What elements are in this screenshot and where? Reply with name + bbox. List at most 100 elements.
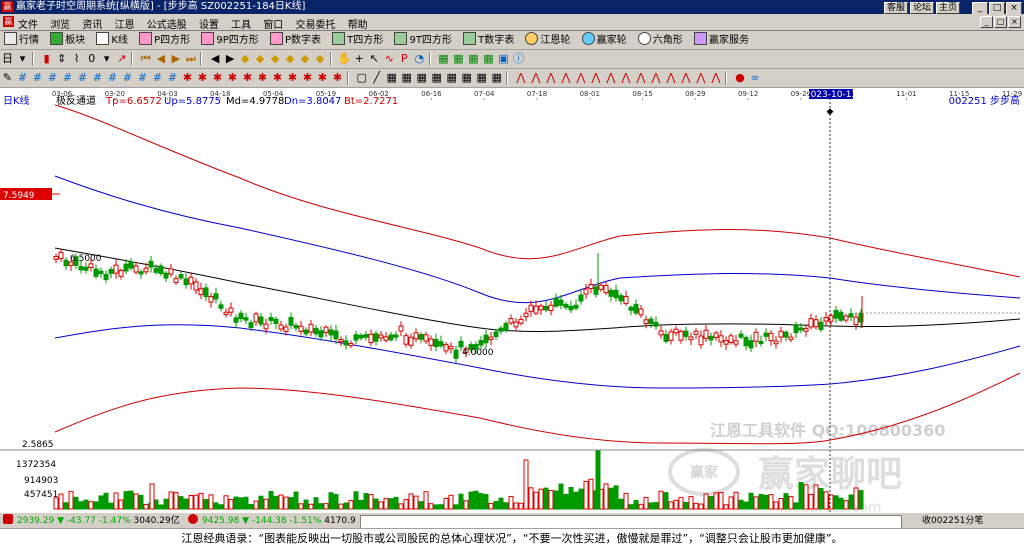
arrow-up-down-icon[interactable]: ⇕: [55, 51, 68, 67]
diamond-icon[interactable]: ◆: [269, 51, 282, 67]
diamond-icon[interactable]: ◆: [284, 51, 297, 67]
menu-gann[interactable]: 江恩: [115, 20, 135, 31]
palette-icon[interactable]: ●: [734, 70, 747, 86]
sector-button[interactable]: 板块: [48, 32, 87, 48]
t-number-table-button[interactable]: T数字表: [461, 32, 516, 48]
star-icon[interactable]: ✱: [196, 70, 209, 86]
box-icon[interactable]: ▢: [355, 70, 368, 86]
zoom-in-icon[interactable]: ◆: [239, 51, 252, 67]
star-icon[interactable]: ✱: [286, 70, 299, 86]
star-icon[interactable]: ✱: [331, 70, 344, 86]
draw-arrow-icon[interactable]: ↗: [115, 51, 128, 67]
infinity-icon[interactable]: ∞: [749, 70, 762, 86]
winner-service-button[interactable]: 赢家服务: [692, 32, 751, 48]
9p-square-button[interactable]: 9P四方形: [199, 32, 260, 48]
star-icon[interactable]: ✱: [226, 70, 239, 86]
text-p-icon[interactable]: P: [398, 51, 411, 67]
fan-icon[interactable]: ⋀: [619, 70, 632, 86]
hash-icon[interactable]: #: [91, 70, 104, 86]
hash-icon[interactable]: #: [61, 70, 74, 86]
info-icon[interactable]: ⓘ: [512, 51, 525, 67]
menu-help[interactable]: 帮助: [348, 20, 368, 31]
menu-tools[interactable]: 工具: [231, 20, 251, 31]
table-icon[interactable]: ▦: [482, 51, 495, 67]
dropdown-arrow-icon[interactable]: ▾: [16, 51, 29, 67]
pen-icon[interactable]: ✎: [1, 70, 14, 86]
diamond-icon[interactable]: ◆: [299, 51, 312, 67]
zero-icon[interactable]: 0: [85, 51, 98, 67]
line-chart-icon[interactable]: ⌇: [70, 51, 83, 67]
fan-icon[interactable]: ⋀: [634, 70, 647, 86]
mdi-restore-button[interactable]: □: [994, 16, 1007, 28]
grid-draw-icon[interactable]: ▦: [385, 70, 398, 86]
zoom-out-icon[interactable]: ◆: [254, 51, 267, 67]
p-number-table-button[interactable]: P数字表: [268, 32, 323, 48]
quote-button[interactable]: 行情: [2, 32, 41, 48]
menu-settings[interactable]: 设置: [199, 20, 219, 31]
wave-icon[interactable]: ∿: [383, 51, 396, 67]
fan-icon[interactable]: ⋀: [604, 70, 617, 86]
winner-wheel-button[interactable]: 赢家轮: [580, 32, 629, 48]
grid-draw-icon[interactable]: ▦: [400, 70, 413, 86]
fan-icon[interactable]: ⋀: [694, 70, 707, 86]
link-home[interactable]: 主页: [935, 2, 960, 14]
link-kefu[interactable]: 客服: [883, 2, 908, 14]
hash-icon[interactable]: #: [76, 70, 89, 86]
pie-icon[interactable]: ◔: [413, 51, 426, 67]
fan-icon[interactable]: ⋀: [544, 70, 557, 86]
table-icon[interactable]: ▦: [467, 51, 480, 67]
grid-draw-icon[interactable]: ▦: [460, 70, 473, 86]
menu-browse[interactable]: 浏览: [50, 20, 70, 31]
prev-page-icon[interactable]: ◀: [154, 51, 167, 67]
star-icon[interactable]: ✱: [316, 70, 329, 86]
table-icon[interactable]: ▦: [452, 51, 465, 67]
star-icon[interactable]: ✱: [256, 70, 269, 86]
fan-icon[interactable]: ⋀: [589, 70, 602, 86]
diamond-icon[interactable]: ◆: [314, 51, 327, 67]
grid-draw-icon[interactable]: ▦: [475, 70, 488, 86]
fan-icon[interactable]: ⋀: [529, 70, 542, 86]
menu-formula[interactable]: 公式选股: [147, 20, 187, 31]
fan-icon[interactable]: ⋀: [514, 70, 527, 86]
hash-icon[interactable]: #: [136, 70, 149, 86]
link-forum[interactable]: 论坛: [909, 2, 934, 14]
star-icon[interactable]: ✱: [211, 70, 224, 86]
star-icon[interactable]: ✱: [301, 70, 314, 86]
hash-icon[interactable]: #: [151, 70, 164, 86]
hash-icon[interactable]: #: [16, 70, 29, 86]
scroll-left-icon[interactable]: ◀: [209, 51, 222, 67]
kline-button[interactable]: K线: [94, 32, 130, 48]
hash-icon[interactable]: #: [46, 70, 59, 86]
grid-draw-icon[interactable]: ▦: [430, 70, 443, 86]
fan-icon[interactable]: ⋀: [679, 70, 692, 86]
flag-icon[interactable]: ▮: [40, 51, 53, 67]
menu-info[interactable]: 资讯: [82, 20, 102, 31]
grid-draw-icon[interactable]: ▦: [445, 70, 458, 86]
star-icon[interactable]: ✱: [271, 70, 284, 86]
gann-wheel-button[interactable]: 江恩轮: [523, 32, 572, 48]
menu-file[interactable]: 文件: [18, 20, 38, 31]
next-page-icon[interactable]: ▶: [169, 51, 182, 67]
hash-icon[interactable]: #: [121, 70, 134, 86]
kline-chart[interactable]: 03-06 03-20 04-03 04-18 05-04 05-19 06-02 06-16…: [0, 88, 1024, 516]
fan-icon[interactable]: ⋀: [574, 70, 587, 86]
fan-icon[interactable]: ⋀: [709, 70, 722, 86]
scroll-right-icon[interactable]: ▶: [224, 51, 237, 67]
last-page-icon[interactable]: ⏭: [184, 51, 197, 67]
star-icon[interactable]: ✱: [241, 70, 254, 86]
menu-window[interactable]: 窗口: [263, 20, 283, 31]
first-page-icon[interactable]: ⏮: [139, 51, 152, 67]
grid-draw-icon[interactable]: ▦: [415, 70, 428, 86]
cursor-icon[interactable]: ↖: [368, 51, 381, 67]
mdi-minimize-button[interactable]: _: [980, 16, 993, 28]
line-icon[interactable]: ╱: [370, 70, 383, 86]
hash-icon[interactable]: #: [166, 70, 179, 86]
system-menu-icon[interactable]: 赢: [3, 16, 14, 27]
mdi-close-button[interactable]: ×: [1008, 16, 1021, 28]
hand-icon[interactable]: ✋: [338, 51, 352, 67]
table-icon[interactable]: ▦: [437, 51, 450, 67]
fan-icon[interactable]: ⋀: [649, 70, 662, 86]
hexagon-button[interactable]: 六角形: [636, 32, 685, 48]
grid-draw-icon[interactable]: ▦: [490, 70, 503, 86]
hash-icon[interactable]: #: [31, 70, 44, 86]
